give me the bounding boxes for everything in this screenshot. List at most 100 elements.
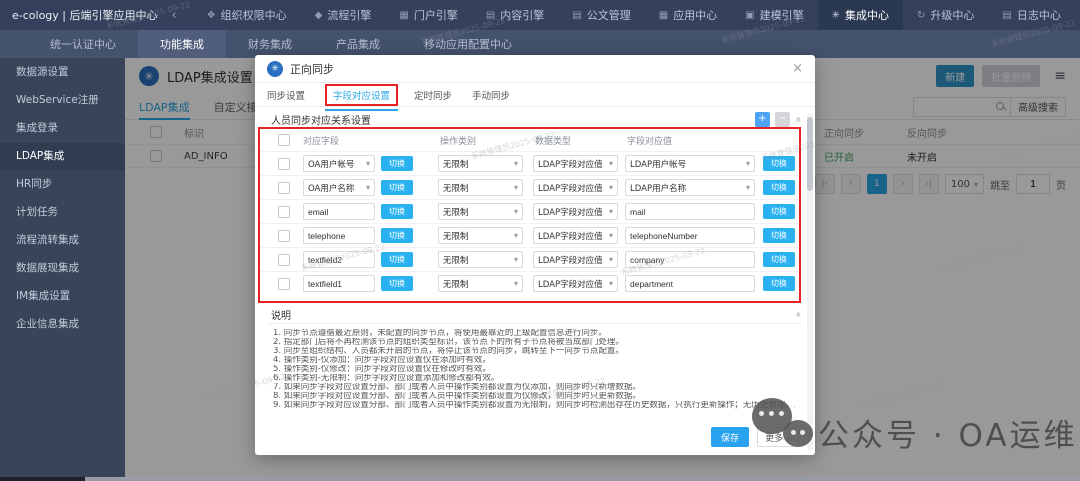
subnav-item-finance-integration[interactable]: 财务集成 xyxy=(226,30,314,58)
switch-button[interactable]: 切换 xyxy=(381,252,413,267)
nav-item-org-permission[interactable]: ❖组织权限中心 xyxy=(193,0,301,30)
top-navbar: e-cology | 后端引擎应用中心 ‹ ❖组织权限中心 ◆流程引擎 ▦门户引… xyxy=(0,0,1080,30)
remove-row-button[interactable]: − xyxy=(775,112,790,127)
data-type-select[interactable]: LDAP字段对应值 xyxy=(533,275,618,292)
column-field-value: 字段对应值 xyxy=(627,134,757,147)
dialog-tab-sync-settings[interactable]: 同步设置 xyxy=(267,88,305,102)
nav-item-content[interactable]: ▤内容引擎 xyxy=(472,0,558,30)
notes-title: 说明 xyxy=(271,307,291,322)
switch-button[interactable]: 切换 xyxy=(763,180,795,195)
data-type-select[interactable]: LDAP字段对应值 xyxy=(533,227,618,244)
nav-item-modeling[interactable]: ▣建模引擎 xyxy=(731,0,817,30)
row-checkbox[interactable] xyxy=(278,254,290,266)
grid-icon: ▦ xyxy=(659,10,668,21)
sidebar-item-scheduled-tasks[interactable]: 计划任务 xyxy=(0,199,125,226)
section-title: 人员同步对应关系设置 xyxy=(271,112,371,127)
save-button[interactable]: 保存 xyxy=(711,427,749,447)
row-checkbox[interactable] xyxy=(278,278,290,290)
row-checkbox[interactable] xyxy=(278,206,290,218)
switch-button[interactable]: 切换 xyxy=(763,204,795,219)
document-icon: ▤ xyxy=(486,10,495,21)
subnav-item-function-integration[interactable]: 功能集成 xyxy=(138,30,226,58)
switch-button[interactable]: 切换 xyxy=(763,276,795,291)
nav-item-app-center[interactable]: ▦应用中心 xyxy=(645,0,731,30)
field-input[interactable] xyxy=(303,275,375,292)
more-button[interactable]: 更多 xyxy=(757,427,799,447)
subnav-item-mobile-config[interactable]: 移动应用配置中心 xyxy=(402,30,534,58)
integration-icon: ✳ xyxy=(832,10,840,21)
dialog-tab-field-mapping[interactable]: 字段对应设置 xyxy=(325,84,398,106)
field-select[interactable]: OA用户名称 xyxy=(303,179,375,196)
mapping-row: 切换 无限制 LDAP字段对应值 切换 xyxy=(260,199,799,223)
brand-title: e-cology | 后端引擎应用中心 xyxy=(12,7,158,23)
operation-select[interactable]: 无限制 xyxy=(438,155,523,172)
value-select[interactable]: LDAP用户名称 xyxy=(625,179,755,196)
switch-button[interactable]: 切换 xyxy=(381,180,413,195)
sidebar-item-ldap[interactable]: LDAP集成 xyxy=(0,143,125,170)
collapse-chevron-icon[interactable] xyxy=(792,116,803,122)
nav-item-portal[interactable]: ▦门户引擎 xyxy=(385,0,471,30)
sidebar-item-workflow-integration[interactable]: 流程流转集成 xyxy=(0,227,125,254)
note-line: 9. 如果同步字段对应设置分部、部门或者人员中操作类别都设置为无限制，则同步时检… xyxy=(273,401,795,410)
dialog-scrollbar[interactable] xyxy=(807,113,813,451)
close-icon[interactable] xyxy=(792,62,803,75)
row-checkbox[interactable] xyxy=(278,230,290,242)
switch-button[interactable]: 切换 xyxy=(763,156,795,171)
sidebar-item-enterprise-info[interactable]: 企业信息集成 xyxy=(0,311,125,338)
data-type-select[interactable]: LDAP字段对应值 xyxy=(533,179,618,196)
value-input[interactable] xyxy=(625,203,755,220)
select-all-checkbox[interactable] xyxy=(278,134,290,146)
sidebar-item-webservice[interactable]: WebService注册 xyxy=(0,87,125,114)
value-input[interactable] xyxy=(625,251,755,268)
nav-item-log[interactable]: ▤日志中心 xyxy=(988,0,1074,30)
operation-select[interactable]: 无限制 xyxy=(438,251,523,268)
dialog-icon xyxy=(267,61,283,77)
scrollbar-thumb[interactable] xyxy=(807,117,813,191)
nav-item-upgrade[interactable]: ↻升级中心 xyxy=(903,0,988,30)
field-input[interactable] xyxy=(303,227,375,244)
add-row-button[interactable]: + xyxy=(755,112,770,127)
operation-select[interactable]: 无限制 xyxy=(438,227,523,244)
row-checkbox[interactable] xyxy=(278,158,290,170)
switch-button[interactable]: 切换 xyxy=(763,228,795,243)
collapse-chevron-icon[interactable] xyxy=(792,311,803,317)
operation-select[interactable]: 无限制 xyxy=(438,203,523,220)
flow-icon: ◆ xyxy=(315,10,323,21)
sidebar-item-data-display[interactable]: 数据展现集成 xyxy=(0,255,125,282)
switch-button[interactable]: 切换 xyxy=(381,228,413,243)
dialog-tab-manual-sync[interactable]: 手动同步 xyxy=(472,88,510,102)
sidebar-item-im-settings[interactable]: IM集成设置 xyxy=(0,283,125,310)
field-input[interactable] xyxy=(303,203,375,220)
note-line: 6. 操作类别-无限制：同步字段对应设置添加和修改都有效。 xyxy=(273,374,795,383)
horizontal-scrollbar[interactable] xyxy=(0,477,1080,481)
nav-item-system[interactable]: ▤系统› xyxy=(1075,0,1080,30)
nav-item-workflow[interactable]: ◆流程引擎 xyxy=(301,0,386,30)
subnav-item-product-integration[interactable]: 产品集成 xyxy=(314,30,402,58)
switch-button[interactable]: 切换 xyxy=(381,204,413,219)
operation-select[interactable]: 无限制 xyxy=(438,179,523,196)
value-select[interactable]: LDAP用户帐号 xyxy=(625,155,755,172)
data-type-select[interactable]: LDAP字段对应值 xyxy=(533,155,618,172)
forward-sync-dialog: 正向同步 同步设置 字段对应设置 定时同步 手动同步 人员同步对应关系设置 + … xyxy=(255,55,815,455)
nav-item-integration-center[interactable]: ✳集成中心 xyxy=(818,0,903,30)
note-line: 4. 操作类别-仅添加：同步字段对应设置仅在添加时有效。 xyxy=(273,356,795,365)
data-type-select[interactable]: LDAP字段对应值 xyxy=(533,251,618,268)
sidebar-item-datasource[interactable]: 数据源设置 xyxy=(0,59,125,86)
back-chevron-icon[interactable]: ‹ xyxy=(172,8,177,23)
switch-button[interactable]: 切换 xyxy=(381,276,413,291)
switch-button[interactable]: 切换 xyxy=(763,252,795,267)
dialog-tab-scheduled-sync[interactable]: 定时同步 xyxy=(414,88,452,102)
subnav-item-unified-auth[interactable]: 统一认证中心 xyxy=(28,30,138,58)
value-input[interactable] xyxy=(625,275,755,292)
operation-select[interactable]: 无限制 xyxy=(438,275,523,292)
mapping-row: 切换 无限制 LDAP字段对应值 切换 xyxy=(260,271,799,295)
field-select[interactable]: OA用户帐号 xyxy=(303,155,375,172)
sidebar-item-sso-login[interactable]: 集成登录 xyxy=(0,115,125,142)
switch-button[interactable]: 切换 xyxy=(381,156,413,171)
row-checkbox[interactable] xyxy=(278,182,290,194)
data-type-select[interactable]: LDAP字段对应值 xyxy=(533,203,618,220)
nav-item-official-doc[interactable]: ▤公文管理 xyxy=(558,0,644,30)
sidebar-item-hr-sync[interactable]: HR同步 xyxy=(0,171,125,198)
field-input[interactable] xyxy=(303,251,375,268)
value-input[interactable] xyxy=(625,227,755,244)
